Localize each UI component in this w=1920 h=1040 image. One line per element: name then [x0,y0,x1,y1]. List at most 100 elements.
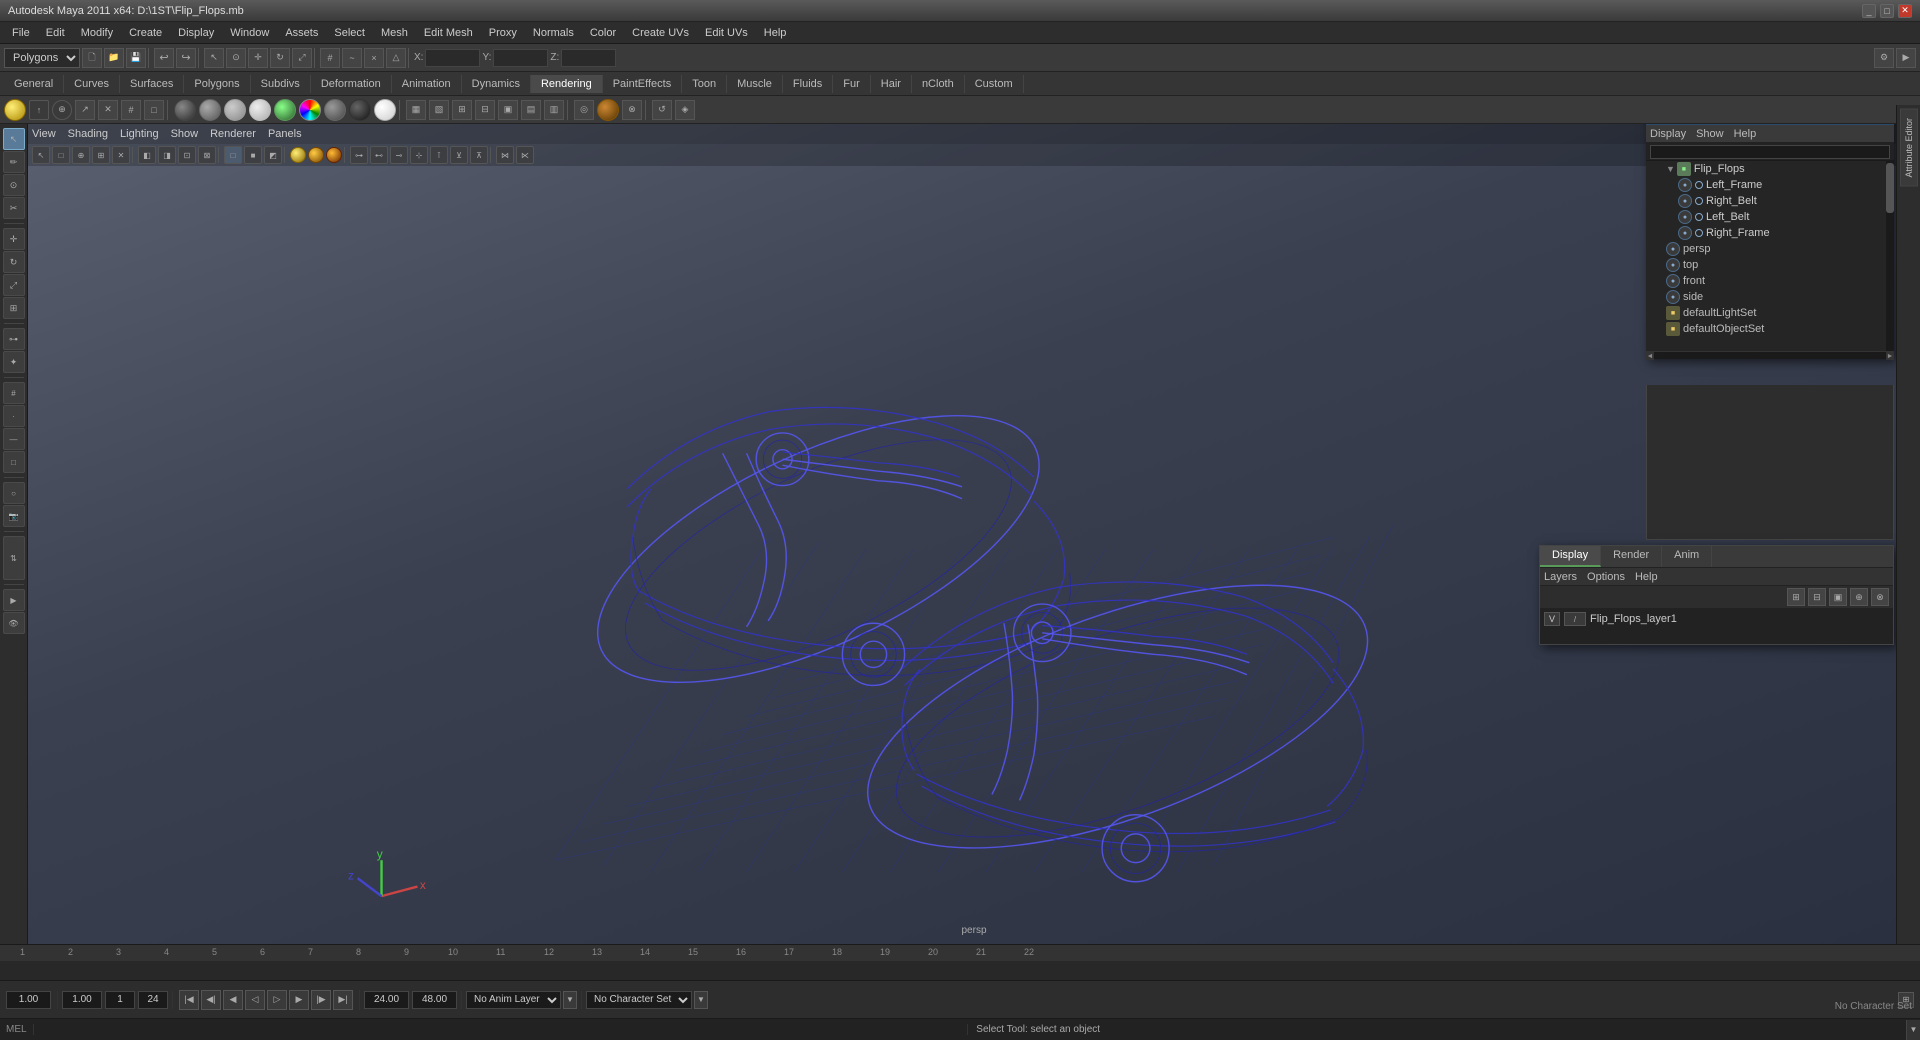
outliner-item-rightframe[interactable]: ● Right_Frame [1646,225,1894,241]
cat-tab-polygons[interactable]: Polygons [184,75,250,93]
viewport[interactable]: View Shading Lighting Show Renderer Pane… [28,124,1920,944]
vp-menu-shading[interactable]: Shading [68,128,108,140]
layer-menu-help[interactable]: Help [1635,571,1658,583]
vp-tb-8[interactable]: ⊡ [178,146,196,164]
shelf-icon-render3[interactable]: ⊗ [622,100,642,120]
save-button[interactable]: 💾 [126,48,146,68]
cat-tab-hair[interactable]: Hair [871,75,912,93]
vp-tb-5[interactable]: ✕ [112,146,130,164]
shelf-icon-misc2[interactable]: ◈ [675,100,695,120]
timeline-ruler[interactable]: 1 2 3 4 5 6 7 8 9 10 11 12 13 14 15 16 1… [0,945,1920,961]
menu-assets[interactable]: Assets [277,25,326,41]
close-button[interactable]: ✕ [1898,4,1912,18]
vp-tb-misc5[interactable]: ⊺ [430,146,448,164]
pb-play-back[interactable]: ◁ [245,990,265,1010]
scale-tool-lt[interactable]: ⤢ [3,274,25,296]
workspace-mode-dropdown[interactable]: Polygons [4,48,80,68]
cat-tab-subdivs[interactable]: Subdivs [251,75,311,93]
outliner-menu-display[interactable]: Display [1650,128,1686,140]
shelf-sphere-lighter[interactable] [249,99,271,121]
vp-tb-4[interactable]: ⊞ [92,146,110,164]
vp-tb-7[interactable]: ◨ [158,146,176,164]
layer-tab-anim[interactable]: Anim [1662,546,1712,567]
menu-color[interactable]: Color [582,25,624,41]
coord-y-input[interactable] [493,49,548,67]
move-tool-lt[interactable]: ✛ [3,228,25,250]
cat-tab-rendering[interactable]: Rendering [531,75,603,93]
vp-tb-misc1[interactable]: ⊶ [350,146,368,164]
vp-tb-3[interactable]: ⊕ [72,146,90,164]
outliner-search-input[interactable] [1650,145,1890,159]
shelf-icon-img2[interactable]: ⊟ [475,100,495,120]
minimize-button[interactable]: _ [1862,4,1876,18]
transform-lt[interactable]: ⇅ [3,536,25,580]
range-end-input[interactable] [138,991,168,1009]
outliner-item-rightbelt[interactable]: ● Right_Belt [1646,193,1894,209]
new-scene-button[interactable]: 🗋 [82,48,102,68]
menu-help[interactable]: Help [756,25,795,41]
vp-menu-view[interactable]: View [32,128,56,140]
pb-next-frame[interactable]: ▶ [289,990,309,1010]
outliner-item-persp[interactable]: ● persp [1646,241,1894,257]
move-button[interactable]: ✛ [248,48,268,68]
vp-tb-wire2[interactable]: ■ [244,146,262,164]
layer-icon-2[interactable]: ⊟ [1808,588,1826,606]
shelf-sphere-dark2[interactable] [349,99,371,121]
cat-tab-fur[interactable]: Fur [833,75,871,93]
menu-select[interactable]: Select [326,25,373,41]
anim-layer-btn[interactable]: ▼ [563,991,577,1009]
scale-button[interactable]: ⤢ [292,48,312,68]
shelf-icon-box[interactable]: □ [144,100,164,120]
time-end-input[interactable] [364,991,409,1009]
menu-proxy[interactable]: Proxy [481,25,525,41]
shelf-sphere-gray-dark[interactable] [174,99,196,121]
vp-tb-9[interactable]: ⊠ [198,146,216,164]
menu-create-uvs[interactable]: Create UVs [624,25,697,41]
outliner-hscroll-left[interactable]: ◄ [1646,352,1654,360]
layer-menu-options[interactable]: Options [1587,571,1625,583]
vp-tb-misc2[interactable]: ⊷ [370,146,388,164]
outliner-scrollbar-thumb[interactable] [1886,163,1894,213]
layer-color-box[interactable]: / [1564,612,1586,626]
face-lt[interactable]: □ [3,451,25,473]
camera-lt[interactable]: 📷 [3,505,25,527]
shelf-icon-misc1[interactable]: ↺ [652,100,672,120]
cat-tab-muscle[interactable]: Muscle [727,75,783,93]
shelf-icon-img4[interactable]: ▤ [521,100,541,120]
sculpt-lt[interactable]: ✦ [3,351,25,373]
render-lt[interactable]: ▶ [3,589,25,611]
pb-next-key[interactable]: |▶ [311,990,331,1010]
layer-menu-layers[interactable]: Layers [1544,571,1577,583]
shelf-icon-img5[interactable]: ▥ [544,100,564,120]
outliner-scrollbar[interactable] [1886,161,1894,351]
layer-tab-display[interactable]: Display [1540,546,1601,567]
shelf-icon-grid[interactable]: # [121,100,141,120]
vp-tb-misc7[interactable]: ⊼ [470,146,488,164]
coord-z-input[interactable] [561,49,616,67]
outliner-item-lightset[interactable]: ■ defaultLightSet [1646,305,1894,321]
shelf-sphere-gray2[interactable] [324,99,346,121]
vp-tb-misc6[interactable]: ⊻ [450,146,468,164]
render-button[interactable]: ▶ [1896,48,1916,68]
shelf-icon-filmstrip2[interactable]: ▧ [429,100,449,120]
cmd-input[interactable] [34,1024,968,1035]
range-marker-input[interactable] [105,991,135,1009]
menu-mesh[interactable]: Mesh [373,25,416,41]
shelf-sphere-color[interactable] [299,99,321,121]
cat-tab-toon[interactable]: Toon [682,75,727,93]
vp-menu-lighting[interactable]: Lighting [120,128,159,140]
outliner-item-leftframe[interactable]: ● Left_Frame [1646,177,1894,193]
last-tool-lt[interactable]: ⊞ [3,297,25,319]
vp-tb-misc4[interactable]: ⊹ [410,146,428,164]
vp-tb-misc3[interactable]: ⊸ [390,146,408,164]
shelf-icon-filmstrip1[interactable]: ▦ [406,100,426,120]
redo-button[interactable]: ↪ [176,48,196,68]
open-button[interactable]: 📁 [104,48,124,68]
shelf-icon-crosshair[interactable]: ⊕ [52,100,72,120]
outliner-item-objectset[interactable]: ■ defaultObjectSet [1646,321,1894,337]
vp-tb-misc9[interactable]: ⋉ [516,146,534,164]
vp-tb-wire3[interactable]: ◩ [264,146,282,164]
outliner-item-flipflops[interactable]: ▼ ■ Flip_Flops [1646,161,1894,177]
snap-curve-button[interactable]: ~ [342,48,362,68]
pb-prev-key[interactable]: ◀| [201,990,221,1010]
